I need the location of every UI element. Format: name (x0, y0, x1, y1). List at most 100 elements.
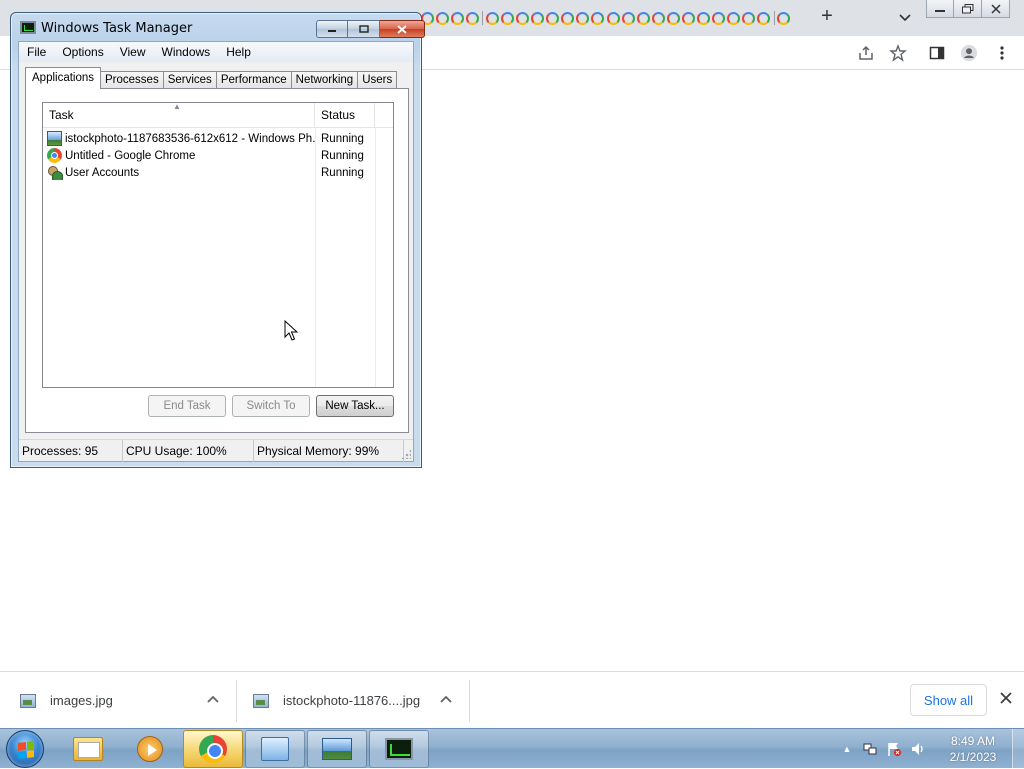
status-cell: Running (321, 166, 364, 179)
taskbar-task-manager-button[interactable] (369, 730, 429, 768)
google-favicon-icon[interactable] (681, 10, 695, 27)
divider (469, 680, 470, 722)
google-favicon-icon[interactable] (546, 10, 560, 27)
google-favicon-icon[interactable] (591, 10, 605, 27)
google-favicon-icon[interactable] (727, 10, 741, 27)
action-center-flag-icon[interactable] (886, 741, 902, 757)
new-tab-button[interactable]: + (816, 6, 838, 28)
download-filename: images.jpg (50, 693, 113, 708)
tab-separator (482, 11, 484, 25)
google-favicon-icon[interactable] (450, 10, 464, 27)
switch-to-button[interactable]: Switch To (232, 395, 310, 417)
google-favicon-icon[interactable] (666, 10, 680, 27)
taskbar-photo-viewer-button[interactable] (307, 730, 367, 768)
status-physical-memory: Physical Memory: 99% (254, 439, 404, 462)
media-player-icon (137, 736, 163, 762)
menu-options[interactable]: Options (54, 42, 111, 62)
start-button[interactable] (6, 730, 44, 768)
google-favicon-icon[interactable] (777, 10, 791, 27)
google-favicon-icon[interactable] (530, 10, 545, 27)
network-icon[interactable] (862, 741, 878, 757)
google-favicon-icon[interactable] (757, 10, 771, 27)
google-favicon-icon[interactable] (606, 10, 620, 27)
task-cell: istockphoto-1187683536-612x612 - Windows… (43, 131, 315, 146)
side-panel-icon[interactable] (928, 44, 946, 62)
taskbar-control-panel-button[interactable] (245, 730, 305, 768)
window-title: Windows Task Manager (41, 21, 193, 36)
tab-strip: Applications Processes Services Performa… (25, 67, 398, 89)
browser-minimize-button[interactable] (926, 0, 954, 18)
menu-help[interactable]: Help (218, 42, 259, 62)
browser-tabs[interactable] (420, 8, 792, 28)
menu-view[interactable]: View (112, 42, 154, 62)
task-manager-window: Windows Task Manager File Options View W… (10, 12, 425, 468)
minimize-button[interactable] (316, 20, 348, 38)
task-manager-client: File Options View Windows Help Applicati… (18, 41, 414, 462)
tab-search-chevron-icon[interactable] (896, 8, 914, 26)
system-clock[interactable]: 8:49 AM 2/1/2023 (938, 733, 1008, 765)
taskbar-media-player-button[interactable] (120, 730, 180, 768)
google-favicon-icon[interactable] (485, 10, 499, 27)
taskbar-explorer-button[interactable] (58, 730, 118, 768)
column-header-status[interactable]: Status (315, 103, 375, 128)
browser-close-button[interactable] (982, 0, 1010, 18)
google-favicon-icon[interactable] (561, 10, 575, 27)
browser-restore-button[interactable] (954, 0, 982, 18)
google-favicon-icon[interactable] (697, 10, 711, 27)
divider (236, 680, 237, 722)
tab-users[interactable]: Users (357, 71, 398, 89)
photo-viewer-icon (322, 738, 352, 760)
table-row[interactable]: Untitled - Google Chrome Running (43, 147, 393, 164)
menu-windows[interactable]: Windows (154, 42, 219, 62)
column-header-label: Status (321, 108, 356, 122)
google-favicon-icon[interactable] (465, 10, 479, 27)
close-button[interactable] (380, 20, 425, 38)
new-task-button[interactable]: New Task... (316, 395, 394, 417)
google-favicon-icon[interactable] (576, 10, 590, 27)
maximize-button[interactable] (348, 20, 380, 38)
close-icon[interactable] (997, 691, 1015, 709)
status-cpu-usage: CPU Usage: 100% (123, 439, 254, 462)
google-favicon-icon[interactable] (621, 10, 635, 27)
show-desktop-button[interactable] (1012, 729, 1024, 769)
title-bar[interactable]: Windows Task Manager (11, 13, 425, 41)
google-favicon-icon[interactable] (742, 10, 756, 27)
google-favicon-icon[interactable] (712, 10, 726, 27)
clock-date: 2/1/2023 (949, 750, 997, 764)
table-row[interactable]: istockphoto-1187683536-612x612 - Windows… (43, 130, 393, 147)
image-file-icon (20, 693, 36, 708)
share-icon[interactable] (857, 44, 875, 62)
menu-file[interactable]: File (19, 42, 54, 62)
profile-icon[interactable] (960, 44, 978, 62)
google-favicon-icon[interactable] (500, 10, 514, 27)
show-all-button[interactable]: Show all (910, 684, 987, 716)
chevron-up-icon[interactable] (206, 693, 220, 707)
download-item[interactable]: istockphoto-11876....jpg (253, 672, 420, 729)
google-favicon-icon[interactable] (515, 10, 529, 27)
task-name: User Accounts (65, 166, 140, 179)
tab-processes[interactable]: Processes (100, 71, 164, 89)
taskbar: ▲ 8:49 AM 2/1/2023 (0, 728, 1024, 769)
end-task-button[interactable]: End Task (148, 395, 226, 417)
show-hidden-icons-arrow-icon[interactable]: ▲ (840, 744, 854, 754)
google-favicon-icon[interactable] (636, 10, 650, 27)
task-manager-icon (20, 21, 36, 34)
taskbar-chrome-button[interactable] (183, 730, 243, 768)
download-item[interactable]: images.jpg (20, 672, 113, 729)
more-menu-icon[interactable] (993, 44, 1011, 62)
volume-icon[interactable] (910, 741, 926, 757)
tab-performance[interactable]: Performance (215, 71, 292, 89)
photo-viewer-icon (47, 131, 62, 146)
tab-applications[interactable]: Applications (25, 67, 102, 89)
status-cell: Running (321, 132, 364, 145)
google-favicon-icon[interactable] (435, 10, 449, 27)
tab-services[interactable]: Services (162, 71, 217, 89)
bookmark-star-icon[interactable] (889, 44, 907, 62)
clock-time: 8:49 AM (950, 734, 996, 748)
task-list[interactable]: ▲ Task Status istockphoto-1187683536-612… (42, 102, 394, 388)
chevron-up-icon[interactable] (439, 693, 453, 707)
tab-networking[interactable]: Networking (290, 71, 359, 89)
google-favicon-icon[interactable] (651, 10, 665, 27)
column-header-task[interactable]: ▲ Task (43, 103, 315, 128)
table-row[interactable]: User Accounts Running (43, 164, 393, 181)
